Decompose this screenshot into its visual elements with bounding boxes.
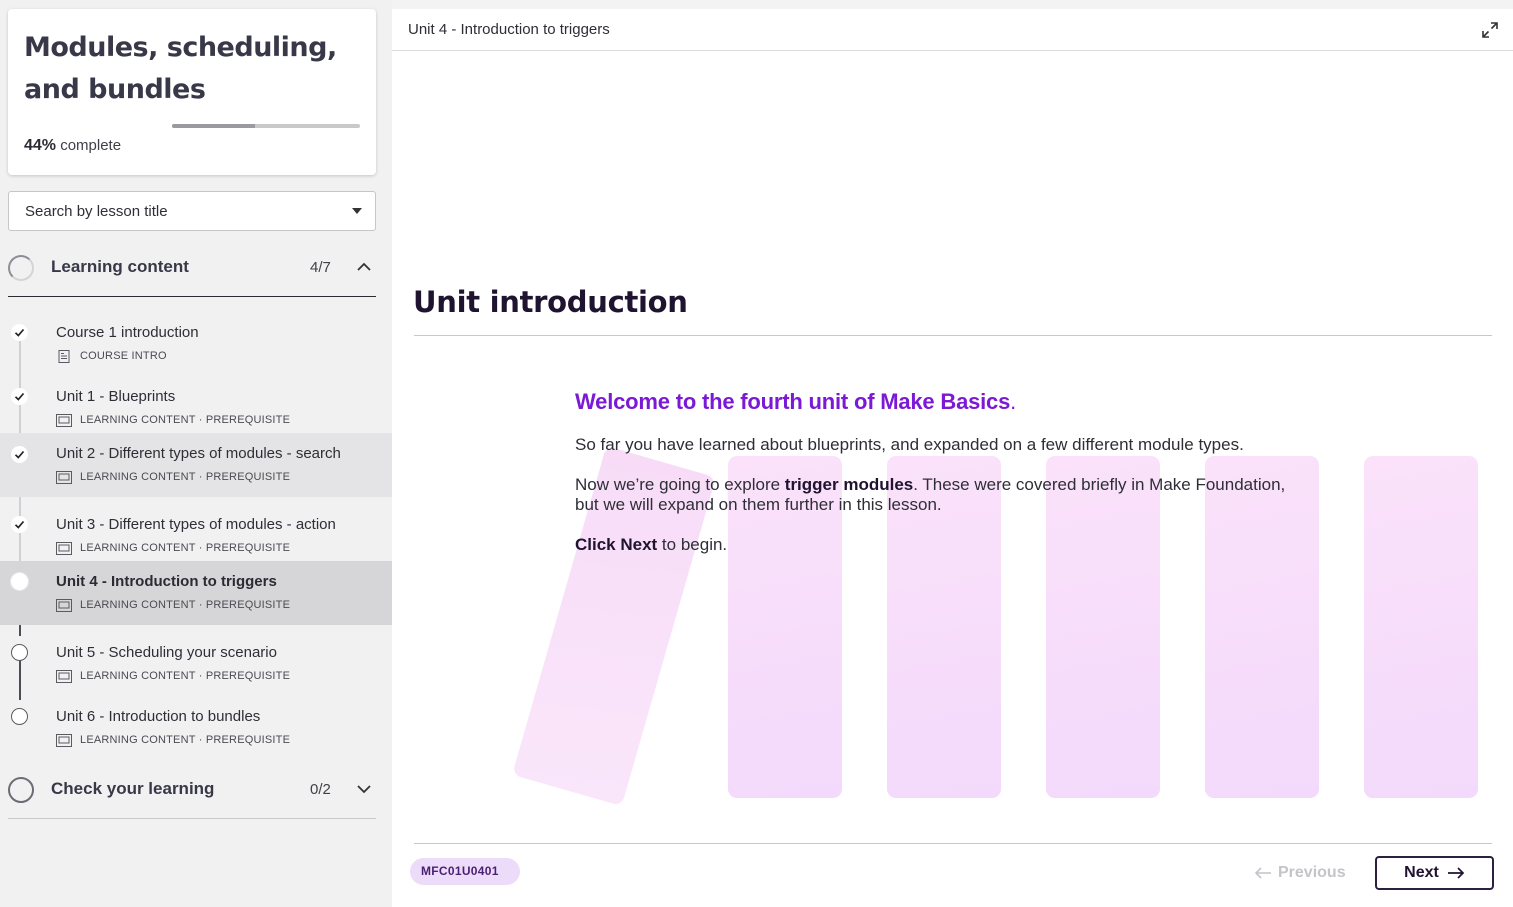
lesson-title: Unit 1 - Blueprints [56, 388, 176, 405]
progress-percent: 44% [24, 137, 57, 154]
lesson-meta-text: LEARNING CONTENT · PREREQUISITE [80, 670, 291, 682]
course-progress-fill [172, 124, 255, 128]
welcome-heading: Welcome to the fourth unit of Make Basic… [575, 389, 1295, 415]
arrow-left-icon [1254, 867, 1271, 879]
lesson-meta-text: LEARNING CONTENT · PREREQUISITE [80, 599, 291, 611]
lesson-incomplete-icon [11, 708, 28, 725]
intro-paragraph: So far you have learned about blueprints… [575, 435, 1244, 454]
section-progress-ring-icon [8, 255, 34, 281]
presentation-icon [56, 413, 72, 427]
progress-label: complete [60, 137, 122, 154]
lesson-title: Unit 6 - Introduction to bundles [56, 708, 261, 725]
lesson-item-unit-6[interactable]: Unit 6 - Introduction to bundles LEARNIN… [0, 697, 392, 761]
lesson-title: Unit 2 - Different types of modules - se… [56, 445, 341, 462]
lesson-meta-text: LEARNING CONTENT · PREREQUISITE [80, 542, 291, 554]
section-divider [8, 818, 376, 819]
para-bold: trigger modules [784, 475, 914, 494]
lesson-title: Unit 3 - Different types of modules - ac… [56, 516, 336, 533]
heading-divider [414, 335, 1492, 336]
footer-divider [414, 843, 1492, 844]
course-title: Modules, scheduling, and bundles [24, 32, 337, 105]
lesson-complete-icon [11, 324, 28, 341]
lesson-meta: LEARNING CONTENT · PREREQUISITE [56, 733, 290, 747]
next-instruction-paragraph: Click Next to begin. [575, 535, 1295, 555]
section-title: Check your learning [51, 779, 215, 798]
section-progress-ring-icon [8, 777, 34, 803]
lesson-body: Welcome to the fourth unit of Make Basic… [575, 389, 1295, 555]
lesson-meta-text: LEARNING CONTENT · PREREQUISITE [80, 414, 291, 426]
para-text: Now we’re going to explore [575, 475, 785, 494]
next-button[interactable]: Next [1375, 856, 1494, 890]
lesson-title: Unit 4 - Introduction to triggers [56, 573, 277, 590]
previous-label: Previous [1278, 864, 1346, 881]
caret-down-icon [352, 208, 362, 214]
lesson-search-select[interactable]: Search by lesson title [8, 191, 376, 231]
presentation-icon [56, 598, 72, 612]
lesson-item-unit-1[interactable]: Unit 1 - Blueprints LEARNING CONTENT · P… [0, 377, 392, 441]
course-progress-bar [172, 124, 360, 128]
lesson-item-unit-5[interactable]: Unit 5 - Scheduling your scenario LEARNI… [0, 633, 392, 697]
document-icon [58, 349, 70, 363]
lesson-meta: LEARNING CONTENT · PREREQUISITE [56, 470, 290, 484]
next-label: Next [1404, 864, 1439, 881]
trigger-paragraph: Now we’re going to explore trigger modul… [575, 475, 1295, 515]
presentation-icon [56, 470, 72, 484]
section-divider [8, 296, 376, 297]
lesson-meta-text: LEARNING CONTENT · PREREQUISITE [80, 734, 291, 746]
progress-text: 44% complete [24, 137, 121, 155]
chevron-down-icon[interactable] [356, 781, 372, 797]
course-sidebar: Modules, scheduling, and bundles 44% com… [0, 0, 392, 907]
section-count: 4/7 [310, 259, 331, 276]
welcome-dot: . [1010, 389, 1017, 414]
lesson-content-pane: Unit 4 - Introduction to triggers Unit i… [392, 9, 1513, 907]
lesson-header-bar: Unit 4 - Introduction to triggers [392, 9, 1513, 51]
course-summary-card: Modules, scheduling, and bundles 44% com… [8, 9, 376, 175]
presentation-icon [56, 541, 72, 555]
lesson-complete-icon [11, 516, 28, 533]
expand-fullscreen-icon[interactable] [1481, 21, 1499, 39]
domino-bar [1364, 456, 1478, 798]
lesson-code-badge: MFC01U0401 [410, 858, 520, 885]
lesson-meta: LEARNING CONTENT · PREREQUISITE [56, 669, 290, 683]
lesson-complete-icon [11, 388, 28, 405]
welcome-text: Welcome to the fourth unit of Make Basic… [575, 389, 1011, 414]
para-text: to begin. [657, 535, 728, 554]
lesson-item-course-intro[interactable]: Course 1 introduction COURSE INTRO [0, 313, 392, 377]
lesson-title: Course 1 introduction [56, 324, 199, 341]
lesson-meta: LEARNING CONTENT · PREREQUISITE [56, 541, 290, 555]
presentation-icon [56, 733, 72, 747]
lesson-incomplete-icon [11, 644, 28, 661]
presentation-icon [56, 669, 72, 683]
section-count: 0/2 [310, 781, 331, 798]
lesson-item-unit-2[interactable]: Unit 2 - Different types of modules - se… [0, 433, 392, 497]
section-header-check-your-learning[interactable]: Check your learning 0/2 [8, 762, 376, 818]
section-header-learning-content[interactable]: Learning content 4/7 [8, 240, 376, 296]
lesson-breadcrumb: Unit 4 - Introduction to triggers [408, 21, 610, 38]
previous-button[interactable]: Previous [1254, 860, 1346, 886]
unit-heading: Unit introduction [413, 285, 688, 319]
chevron-up-icon[interactable] [356, 259, 372, 275]
lesson-title: Unit 5 - Scheduling your scenario [56, 644, 277, 661]
lesson-meta: LEARNING CONTENT · PREREQUISITE [56, 413, 290, 427]
lesson-complete-icon [11, 446, 28, 463]
para-bold: Click Next [575, 535, 658, 554]
lesson-search-placeholder: Search by lesson title [25, 203, 168, 220]
lesson-meta-text: COURSE INTRO [80, 350, 167, 362]
lesson-meta: LEARNING CONTENT · PREREQUISITE [56, 598, 290, 612]
lesson-meta: COURSE INTRO [56, 349, 167, 363]
lesson-meta-text: LEARNING CONTENT · PREREQUISITE [80, 471, 291, 483]
lesson-current-icon [11, 573, 28, 590]
lesson-item-unit-3[interactable]: Unit 3 - Different types of modules - ac… [0, 505, 392, 569]
lesson-item-unit-4-current[interactable]: Unit 4 - Introduction to triggers LEARNI… [0, 561, 392, 625]
arrow-right-icon [1447, 867, 1465, 879]
section-title: Learning content [51, 257, 189, 276]
